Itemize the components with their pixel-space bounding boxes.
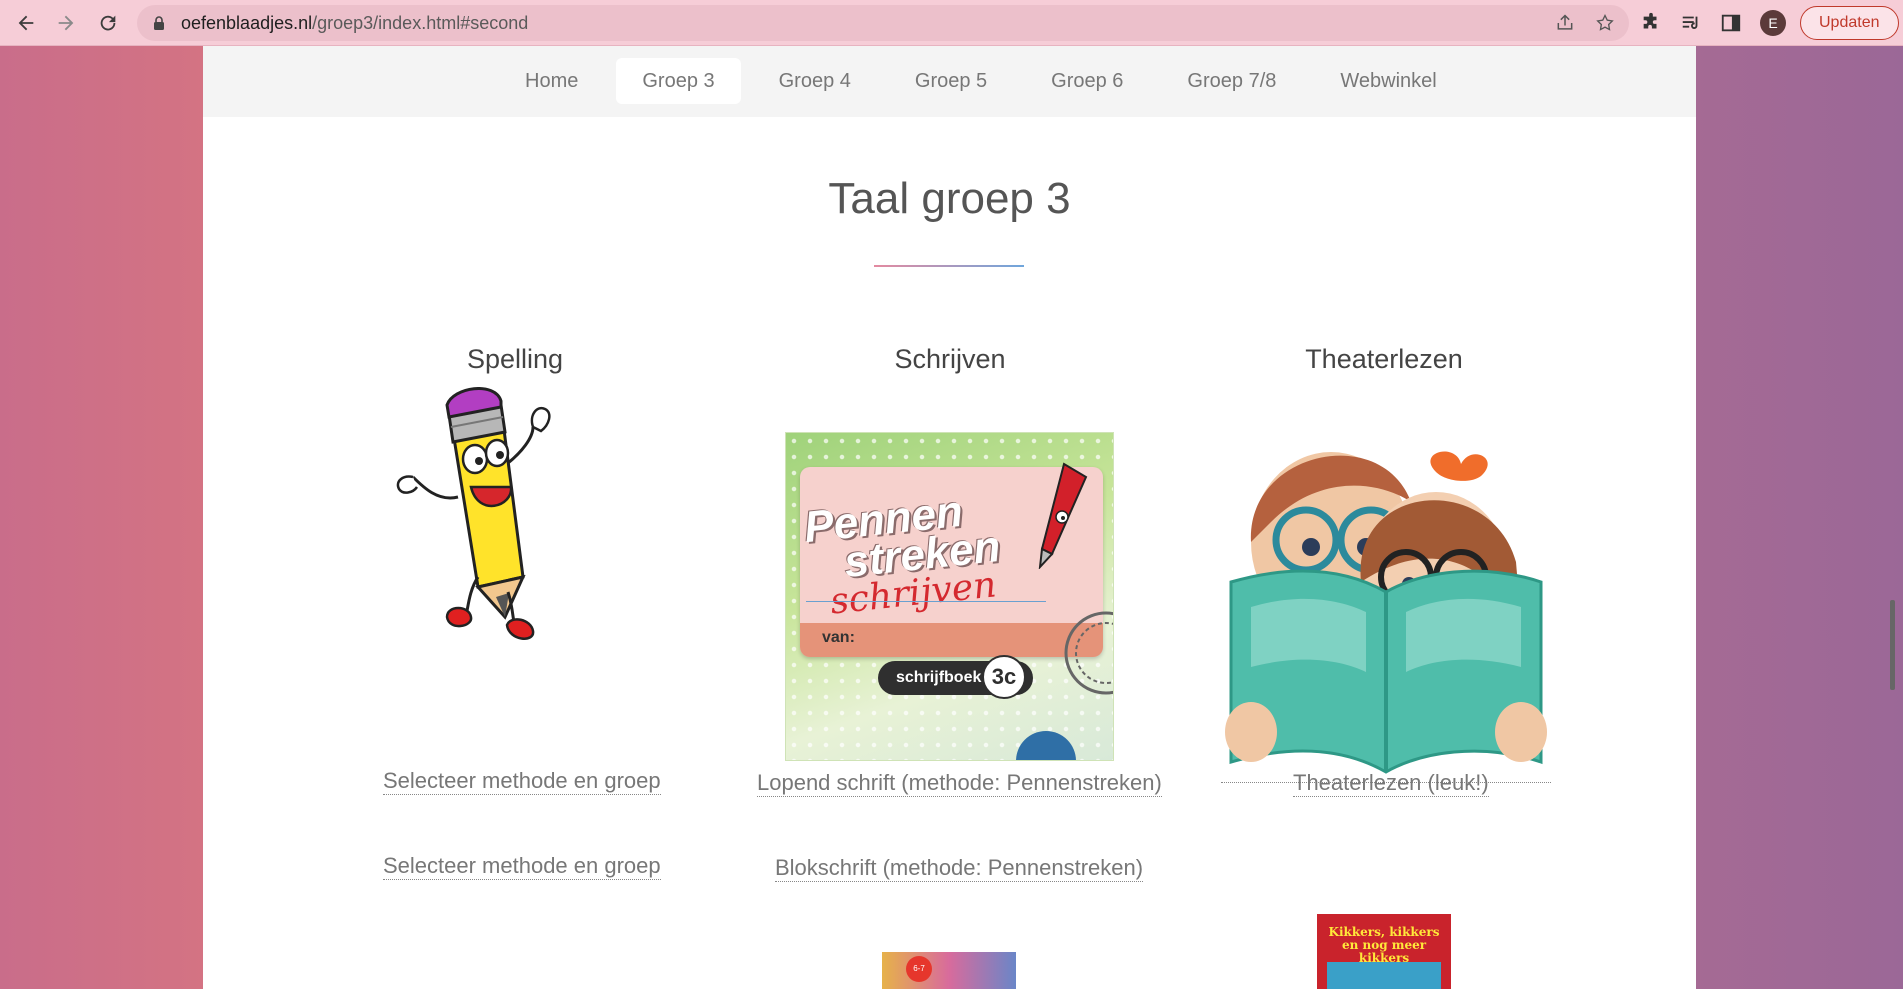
- heading-theaterlezen: Theaterlezen: [1305, 344, 1463, 374]
- heading-schrijven: Schrijven: [894, 344, 1006, 374]
- bookmark-star-icon[interactable]: [1595, 13, 1615, 33]
- page-scrollbar[interactable]: [1890, 600, 1895, 690]
- arrow-left-icon: [18, 15, 34, 30]
- browser-toolbar: oefenblaadjes.nl/groep3/index.html#secon…: [0, 0, 1903, 46]
- media-playlist-icon[interactable]: [1680, 12, 1702, 34]
- side-panel-icon[interactable]: [1720, 12, 1742, 34]
- link-lopend-schrift[interactable]: Lopend schrift (methode: Pennenstreken): [757, 770, 1162, 797]
- nav-home[interactable]: Home: [499, 58, 604, 104]
- link-spelling-1[interactable]: Selecteer methode en groep: [383, 768, 661, 795]
- kids-reading-image[interactable]: [1221, 432, 1551, 782]
- address-bar[interactable]: oefenblaadjes.nl/groep3/index.html#secon…: [137, 5, 1629, 41]
- kikkers-title: Kikkers, kikkers en nog meer kikkers: [1328, 925, 1440, 965]
- url-path: /groep3/index.html#second: [312, 12, 529, 33]
- url-host: oefenblaadjes.nl: [181, 12, 313, 33]
- pennenstreken-cover-image[interactable]: Pennen streken schrijven van: schrijfboe…: [785, 432, 1114, 761]
- nav-groep-4[interactable]: Groep 4: [753, 58, 877, 104]
- profile-avatar[interactable]: E: [1760, 10, 1786, 36]
- forward-button[interactable]: [46, 0, 86, 46]
- update-button[interactable]: Updaten: [1800, 6, 1899, 40]
- reload-icon: [100, 15, 116, 30]
- pencil-mascot-image[interactable]: [383, 387, 583, 657]
- nav-groep-5[interactable]: Groep 5: [889, 58, 1013, 104]
- main-navigation: Home Groep 3 Groep 4 Groep 5 Groep 6 Gro…: [203, 46, 1696, 117]
- age-badge: 6-7 jaar: [906, 956, 932, 982]
- groep3-book-thumbnail[interactable]: 6-7 jaar: [882, 952, 1016, 989]
- cover-level-badge: 3c: [982, 655, 1026, 699]
- kikkers-book-thumbnail[interactable]: Kikkers, kikkers en nog meer kikkers: [1317, 914, 1451, 989]
- extensions-icon[interactable]: [1640, 12, 1662, 34]
- arrow-right-icon: [58, 15, 74, 30]
- reload-button[interactable]: [88, 0, 128, 46]
- title-divider: [874, 265, 1024, 267]
- back-button[interactable]: [6, 0, 46, 46]
- page-container: Home Groep 3 Groep 4 Groep 5 Groep 6 Gro…: [203, 46, 1696, 989]
- page-title: Taal groep 3: [828, 174, 1071, 223]
- link-blokschrift[interactable]: Blokschrift (methode: Pennenstreken): [775, 855, 1144, 882]
- nav-groep-6[interactable]: Groep 6: [1025, 58, 1149, 104]
- nav-groep-7-8[interactable]: Groep 7/8: [1161, 58, 1302, 104]
- lock-icon: [154, 16, 164, 30]
- stamp-icon: [1064, 611, 1113, 695]
- nav-webwinkel[interactable]: Webwinkel: [1314, 58, 1462, 104]
- link-spelling-2[interactable]: Selecteer methode en groep: [383, 853, 661, 880]
- heading-spelling: Spelling: [466, 344, 564, 374]
- link-theaterlezen[interactable]: Theaterlezen (leuk!): [1293, 770, 1489, 797]
- cover-van-label: van:: [822, 629, 855, 646]
- cartoon-pen-icon: [1038, 462, 1088, 569]
- share-icon[interactable]: [1555, 13, 1575, 33]
- nav-groep-3[interactable]: Groep 3: [616, 58, 741, 104]
